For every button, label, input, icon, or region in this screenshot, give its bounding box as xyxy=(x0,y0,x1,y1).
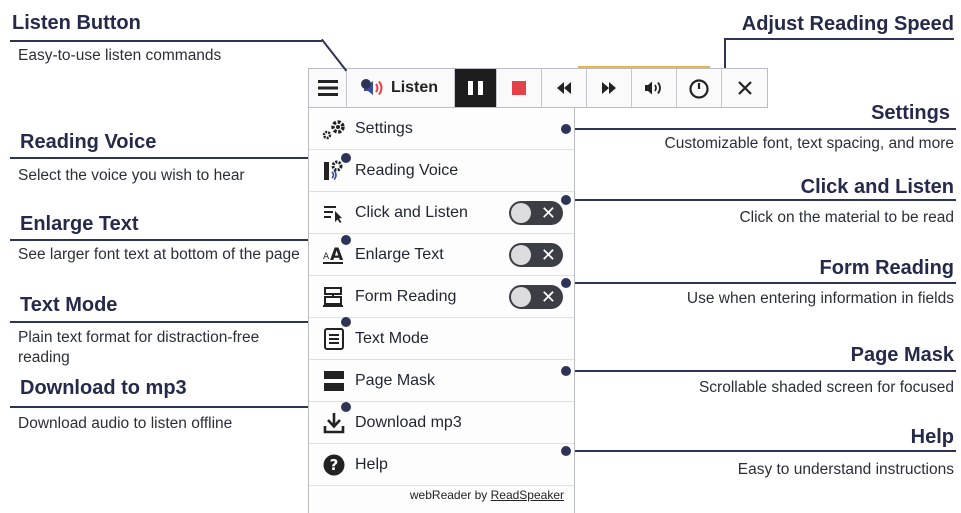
text-mode-callout-rule xyxy=(10,321,346,323)
menu-item-click-and-listen[interactable]: Click and Listen ✕ xyxy=(309,192,574,234)
menu-item-label: Form Reading xyxy=(355,287,457,305)
rewind-icon xyxy=(557,82,571,94)
rewind-button[interactable] xyxy=(542,69,587,107)
gear-icon xyxy=(317,118,351,140)
menu-icon xyxy=(317,80,338,96)
click-listen-icon xyxy=(317,203,351,223)
fast-forward-button[interactable] xyxy=(587,69,632,107)
fast-forward-icon xyxy=(602,82,616,94)
readspeaker-link[interactable]: ReadSpeaker xyxy=(491,488,564,502)
text-mode-icon xyxy=(317,327,351,351)
click-listen-callout-title: Click and Listen xyxy=(800,176,954,198)
form-reading-toggle[interactable]: ✕ xyxy=(509,285,563,309)
close-icon xyxy=(737,81,752,95)
text-mode-connector-dot xyxy=(341,317,351,327)
reading-voice-callout-desc: Select the voice you wish to hear xyxy=(18,167,245,184)
click-and-listen-toggle[interactable]: ✕ xyxy=(509,201,563,225)
form-icon xyxy=(317,286,351,308)
adjust-speed-callout-rule xyxy=(725,38,954,40)
help-callout-desc: Easy to understand instructions xyxy=(737,461,954,478)
listen-connector-dot xyxy=(361,79,371,89)
form-reading-callout-title: Form Reading xyxy=(819,257,954,279)
stop-button[interactable] xyxy=(497,69,542,107)
menu-item-label: Help xyxy=(355,455,388,473)
listen-callout-stem xyxy=(321,38,348,72)
enlarge-text-toggle[interactable]: ✕ xyxy=(509,243,563,267)
form-reading-callout-desc: Use when entering information in fields xyxy=(686,290,954,307)
help-callout-rule xyxy=(566,450,956,452)
page-mask-callout-rule xyxy=(566,370,956,372)
settings-callout-rule xyxy=(566,128,956,130)
settings-callout-title: Settings xyxy=(871,102,950,124)
reading-speed-button[interactable] xyxy=(677,69,722,107)
menu-item-label: Page Mask xyxy=(355,371,436,389)
listen-label: Listen xyxy=(390,79,439,96)
click-listen-connector-dot xyxy=(561,195,571,205)
speed-dial-icon xyxy=(689,79,709,99)
download-connector-dot xyxy=(341,402,351,412)
help-callout-title: Help xyxy=(910,426,954,448)
reading-voice-callout-rule xyxy=(10,157,346,159)
webreader-menu: Settings Reading Voice Click and Listen … xyxy=(308,108,575,513)
menu-item-help[interactable]: ? Help xyxy=(309,444,574,486)
stop-icon xyxy=(512,81,526,95)
help-icon: ? xyxy=(317,453,351,477)
page-mask-icon xyxy=(317,370,351,392)
download-callout-rule xyxy=(10,406,346,408)
close-button[interactable] xyxy=(722,69,767,107)
menu-item-settings[interactable]: Settings xyxy=(309,108,574,150)
enlarge-text-connector-dot xyxy=(341,235,351,245)
menu-item-form-reading[interactable]: Form Reading ✕ xyxy=(309,276,574,318)
enlarge-text-callout-rule xyxy=(10,239,346,241)
reading-voice-connector-dot xyxy=(341,153,351,163)
webreader-toolbar: Listen xyxy=(308,68,768,108)
pause-button[interactable] xyxy=(455,69,497,107)
volume-icon xyxy=(645,81,661,95)
enlarge-text-icon: A A xyxy=(317,244,351,266)
menu-item-label: Download mp3 xyxy=(355,413,462,431)
pause-icon xyxy=(468,81,483,95)
svg-text:?: ? xyxy=(330,456,339,474)
download-icon xyxy=(317,411,351,435)
click-listen-callout-rule xyxy=(566,199,956,201)
download-callout-desc: Download audio to listen offline xyxy=(18,415,233,432)
footer-text: webReader by xyxy=(409,488,491,502)
form-reading-callout-rule xyxy=(566,282,956,284)
click-listen-callout-desc: Click on the material to be read xyxy=(739,209,954,226)
listen-button-callout-title: Listen Button xyxy=(12,12,141,34)
enlarge-text-callout-title: Enlarge Text xyxy=(20,213,139,235)
menu-button[interactable] xyxy=(309,69,347,107)
listen-button-callout-desc: Easy-to-use listen commands xyxy=(18,47,222,64)
download-callout-title: Download to mp3 xyxy=(20,377,187,399)
settings-connector-dot xyxy=(561,124,571,134)
reading-voice-callout-title: Reading Voice xyxy=(20,131,157,153)
text-mode-callout-title: Text Mode xyxy=(20,294,118,316)
enlarge-text-callout-desc: See larger font text at bottom of the pa… xyxy=(18,246,300,263)
page-mask-callout-title: Page Mask xyxy=(850,344,954,366)
page-mask-callout-desc: Scrollable shaded screen for focused xyxy=(698,379,954,396)
menu-item-label: Reading Voice xyxy=(355,161,459,179)
page-mask-connector-dot xyxy=(561,366,571,376)
menu-item-page-mask[interactable]: Page Mask xyxy=(309,360,574,402)
menu-item-label: Text Mode xyxy=(355,329,429,347)
webreader-footer: webReader by ReadSpeaker xyxy=(309,488,574,502)
volume-button[interactable] xyxy=(632,69,677,107)
settings-callout-desc: Customizable font, text spacing, and mor… xyxy=(664,135,954,152)
listen-callout-rule xyxy=(10,40,322,42)
svg-text:A: A xyxy=(323,252,330,262)
help-connector-dot xyxy=(561,446,571,456)
form-reading-connector-dot xyxy=(561,278,571,288)
menu-item-label: Click and Listen xyxy=(355,203,468,221)
text-mode-callout-desc: Plain text format for distraction-free r… xyxy=(18,329,260,366)
menu-item-label: Enlarge Text xyxy=(355,245,444,263)
adjust-speed-callout-title: Adjust Reading Speed xyxy=(741,13,954,35)
menu-item-label: Settings xyxy=(355,119,413,137)
